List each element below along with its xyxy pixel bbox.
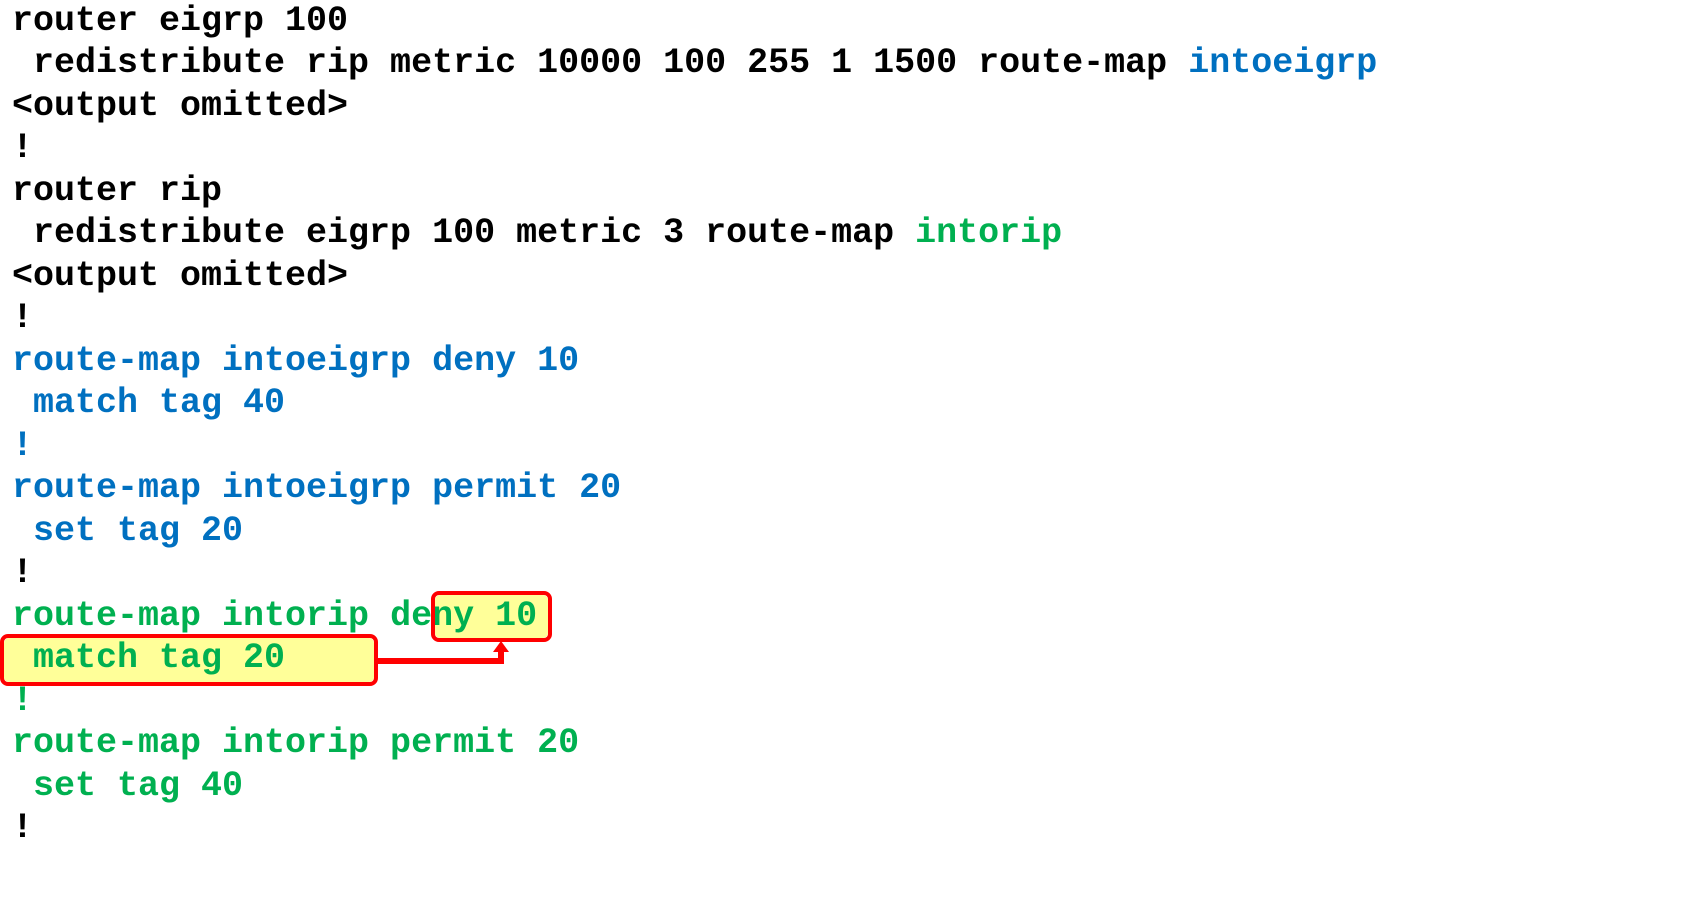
- config-line: <output omitted>: [12, 85, 348, 127]
- route-map-intorip-permit: route-map intorip permit 20: [12, 723, 580, 763]
- config-line: !: [12, 552, 33, 594]
- separator-bang: !: [12, 128, 34, 168]
- intorip-reference: intorip: [915, 213, 1063, 253]
- set-tag-20: set tag 20: [12, 511, 244, 551]
- config-line: redistribute rip metric 10000 100 255 1 …: [12, 42, 1377, 84]
- config-line: set tag 40: [12, 765, 243, 807]
- config-line: router rip: [12, 170, 222, 212]
- config-line: set tag 20: [12, 510, 243, 552]
- route-map-intoeigrp-permit: route-map intoeigrp permit 20: [12, 468, 622, 508]
- separator-bang: !: [12, 426, 34, 466]
- config-line: match tag 40: [12, 382, 285, 424]
- router-rip-line: router rip: [12, 171, 223, 211]
- match-tag-callout-box: [0, 634, 378, 686]
- separator-bang: !: [12, 808, 34, 848]
- redistribute-rip-line: redistribute rip metric 10000 100 255 1 …: [12, 43, 1189, 83]
- route-map-intoeigrp-deny: route-map intoeigrp deny 10: [12, 341, 580, 381]
- config-line: route-map intorip permit 20: [12, 722, 579, 764]
- output-omitted-text: <output omitted>: [12, 256, 349, 296]
- deny-callout-box: [431, 591, 552, 642]
- separator-bang: !: [12, 553, 34, 593]
- intoeigrp-reference: intoeigrp: [1188, 43, 1378, 83]
- config-line: route-map intoeigrp permit 20: [12, 467, 621, 509]
- config-line: !: [12, 680, 33, 722]
- route-map-intorip-prefix: route-map intorip: [12, 596, 391, 636]
- redistribute-eigrp-line: redistribute eigrp 100 metric 3 route-ma…: [12, 213, 916, 253]
- arrow-up-icon: [493, 641, 509, 652]
- router-eigrp-line: router eigrp 100: [12, 1, 349, 41]
- callout-connector-horizontal: [377, 658, 504, 664]
- config-line: route-map intoeigrp deny 10: [12, 340, 579, 382]
- config-line: redistribute eigrp 100 metric 3 route-ma…: [12, 212, 1062, 254]
- set-tag-40: set tag 40: [12, 766, 244, 806]
- separator-bang: !: [12, 681, 34, 721]
- config-listing: router eigrp 100 redistribute rip metric…: [12, 0, 1377, 848]
- match-tag-40: match tag 40: [12, 383, 286, 423]
- config-line: !: [12, 297, 33, 339]
- config-line: !: [12, 425, 33, 467]
- config-line: router eigrp 100: [12, 0, 348, 42]
- config-line: <output omitted>: [12, 255, 348, 297]
- config-line: !: [12, 807, 33, 849]
- separator-bang: !: [12, 298, 34, 338]
- config-line: !: [12, 127, 33, 169]
- callout-connector-vertical: [498, 650, 504, 664]
- output-omitted-text: <output omitted>: [12, 86, 349, 126]
